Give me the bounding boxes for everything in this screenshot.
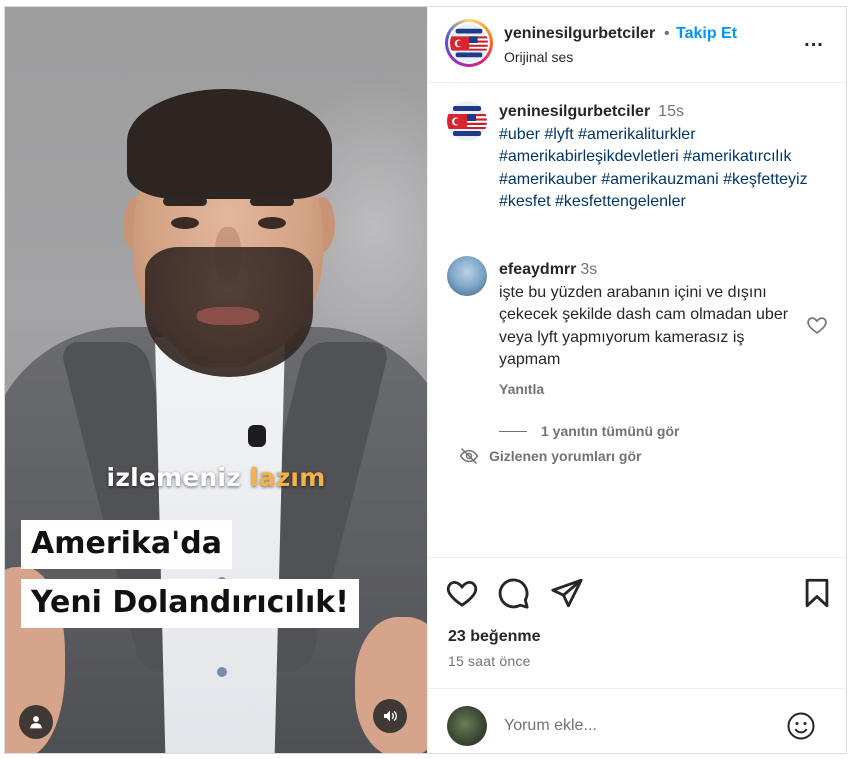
post-timestamp[interactable]: 15 saat önce <box>448 653 531 669</box>
speaker-icon <box>384 710 398 722</box>
view-replies-button[interactable]: 1 yanıtın tümünü gör <box>499 423 679 439</box>
reply-button[interactable]: Yanıtla <box>499 381 544 397</box>
comment-time[interactable]: 3s <box>580 261 597 278</box>
comment-text: işte bu yüzden arabanın içini ve dışını … <box>499 283 789 369</box>
post-actions: 23 beğenme 15 saat önce <box>428 557 846 753</box>
eye-slash-icon <box>459 447 479 465</box>
user-icon <box>30 716 42 729</box>
hidden-comments-button[interactable]: Gizlenen yorumları gör <box>459 446 641 466</box>
view-replies-label: 1 yanıtın tümünü gör <box>541 423 680 439</box>
video-title-line-2: Yeni Dolandırıcılık! <box>21 579 359 628</box>
subtitle-word-white: izlemeniz <box>106 463 241 492</box>
caption-author-avatar[interactable] <box>447 101 487 141</box>
more-options-button[interactable]: ... <box>798 29 830 55</box>
follow-button[interactable]: Takip Et <box>676 25 737 43</box>
header-separator: • <box>664 25 670 42</box>
caption-username[interactable]: yeninesilgurbetciler <box>499 103 650 120</box>
mute-toggle-button[interactable] <box>373 699 407 733</box>
video-subtitle: izlemeniz lazım <box>5 463 427 492</box>
audio-label[interactable]: Orijinal ses <box>504 49 573 65</box>
comment-bubble-icon[interactable] <box>496 576 530 610</box>
subtitle-word-orange: lazım <box>249 463 326 492</box>
like-count[interactable]: 23 beğenme <box>448 628 540 646</box>
reel-video[interactable]: izlemeniz lazım Amerika'da Yeni Dolandır… <box>5 7 427 753</box>
video-title-line-1: Amerika'da <box>21 520 233 569</box>
smiley-icon[interactable] <box>786 711 816 741</box>
flags-logo-icon <box>447 101 487 141</box>
post-dialog: izlemeniz lazım Amerika'da Yeni Dolandır… <box>4 6 847 754</box>
current-user-avatar <box>447 706 487 746</box>
caption-time[interactable]: 15s <box>658 103 684 120</box>
post-sidebar: yeninesilgurbetciler • Takip Et Orijinal… <box>427 7 846 753</box>
hidden-comments-label: Gizlenen yorumları gör <box>489 448 642 464</box>
post-header: yeninesilgurbetciler • Takip Et Orijinal… <box>428 7 846 83</box>
bookmark-icon[interactable] <box>800 576 834 610</box>
replies-divider <box>499 430 527 432</box>
comment-input[interactable] <box>504 713 774 739</box>
comment-username[interactable]: efeaydmrr <box>499 261 576 278</box>
comment-like-heart-icon[interactable] <box>806 314 828 336</box>
lapel-mic <box>248 425 266 447</box>
comment-composer <box>428 688 846 753</box>
paper-plane-icon[interactable] <box>550 576 584 610</box>
caption-hashtags[interactable]: #uber #lyft #amerikaliturkler #amerikabi… <box>499 126 808 211</box>
post-caption: yeninesilgurbetciler 15s #uber #lyft #ame… <box>499 101 839 214</box>
commenter-avatar[interactable] <box>447 256 487 296</box>
more-icon: ... <box>804 29 824 51</box>
author-avatar[interactable] <box>445 19 493 67</box>
author-username[interactable]: yeninesilgurbetciler <box>504 25 655 43</box>
tagged-users-button[interactable] <box>19 705 53 739</box>
comment-item: efeaydmrr 3s işte bu yüzden arabanın için… <box>499 259 799 372</box>
heart-icon[interactable] <box>445 576 479 610</box>
flags-logo-icon <box>450 24 488 62</box>
